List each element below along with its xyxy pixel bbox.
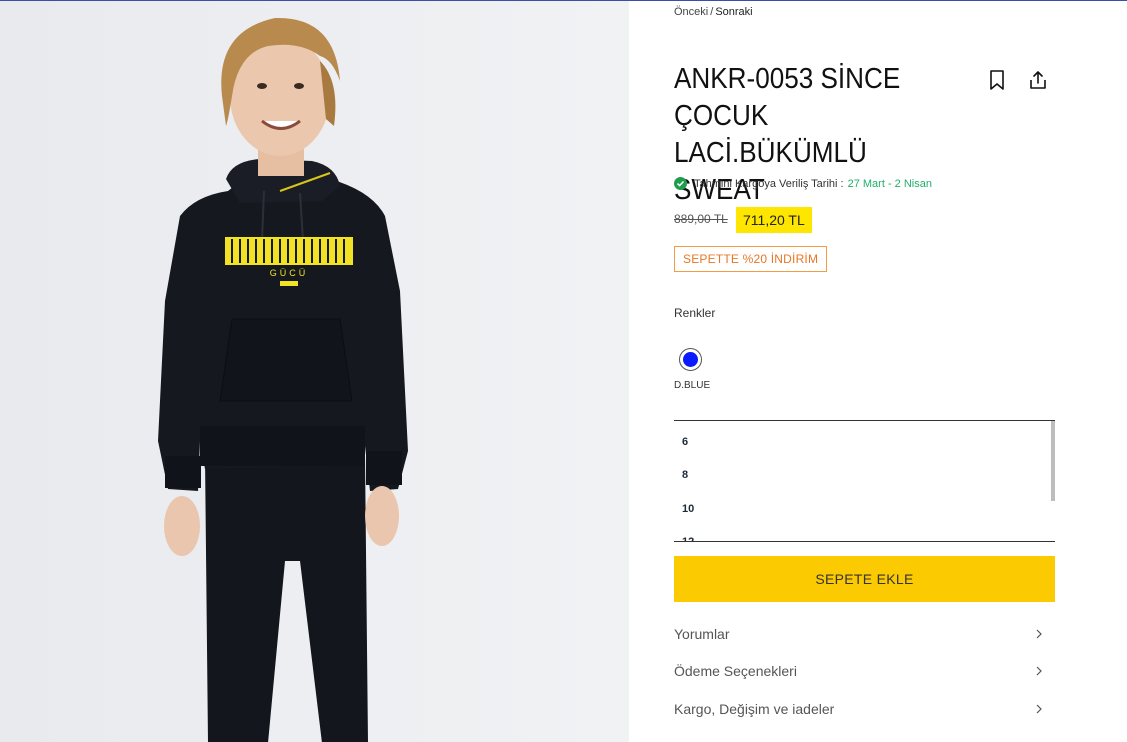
size-option[interactable]: 12: [674, 526, 1055, 541]
shipping-label: Tahmini Kargoya Veriliş Tarihi :: [694, 177, 844, 190]
share-icon: [1030, 71, 1046, 89]
size-option[interactable]: 8: [674, 459, 1055, 493]
prev-link[interactable]: Önceki: [674, 6, 708, 18]
accordion-label: Ödeme Seçenekleri: [674, 663, 797, 680]
discount-badge: SEPETTE %20 İNDİRİM: [674, 246, 828, 272]
color-swatch-dblue[interactable]: [679, 348, 702, 371]
product-photo: GÜCÜ: [0, 1, 629, 742]
size-list[interactable]: 6 8 10 12: [674, 420, 1055, 542]
new-price: 711,20 TL: [736, 207, 812, 233]
chevron-right-icon: [1036, 704, 1042, 714]
breadcrumb-separator: /: [710, 6, 714, 18]
old-price: 889,00 TL: [674, 212, 728, 226]
chevron-right-icon: [1036, 666, 1042, 676]
check-circle-icon: [674, 177, 687, 190]
accordion-label: Kargo, Değişim ve iadeler: [674, 700, 835, 717]
size-option[interactable]: 6: [674, 425, 1055, 459]
shipping-estimate: Tahmini Kargoya Veriliş Tarihi : 27 Mart…: [674, 177, 932, 190]
color-dot: [683, 352, 698, 367]
breadcrumb: Önceki / Sonraki: [674, 6, 753, 18]
info-accordion: Yorumlar Ödeme Seçenekleri Kargo, Değişi…: [674, 615, 1044, 728]
accordion-payment[interactable]: Ödeme Seçenekleri: [674, 653, 1044, 691]
bookmark-button[interactable]: [985, 68, 1009, 92]
shipping-date: 27 Mart - 2 Nisan: [847, 177, 932, 190]
product-image[interactable]: GÜCÜ: [0, 0, 629, 742]
share-button[interactable]: [1026, 68, 1050, 92]
add-to-cart-button[interactable]: SEPETE EKLE: [674, 556, 1055, 602]
colors-label: Renkler: [674, 306, 716, 320]
size-option[interactable]: 10: [674, 492, 1055, 526]
chevron-right-icon: [1036, 629, 1042, 639]
size-list-scrollbar[interactable]: [1051, 421, 1055, 501]
product-details: Önceki / Sonraki ANKR-0053 SİNCE ÇOCUK LAC…: [629, 0, 1127, 742]
bookmark-icon: [990, 70, 1004, 90]
accordion-shipping-returns[interactable]: Kargo, Değişim ve iadeler: [674, 690, 1044, 728]
accordion-label: Yorumlar: [674, 625, 730, 642]
accordion-reviews[interactable]: Yorumlar: [674, 615, 1044, 653]
svg-text:GÜCÜ: GÜCÜ: [270, 268, 309, 278]
color-name: D.BLUE: [674, 380, 711, 391]
next-link[interactable]: Sonraki: [715, 6, 752, 18]
